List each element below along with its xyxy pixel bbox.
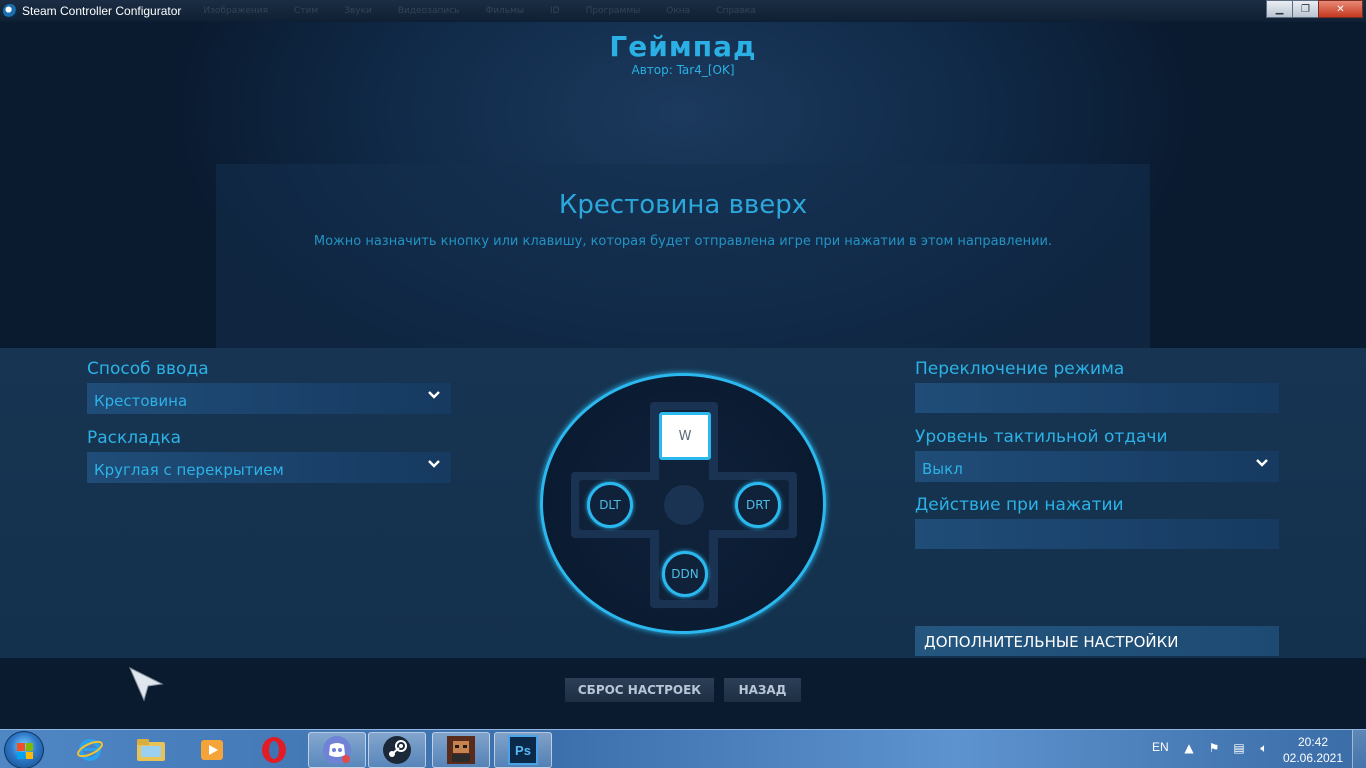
input-method-label: Способ ввода bbox=[87, 359, 209, 379]
mouse-cursor-icon bbox=[128, 666, 164, 702]
clock-date: 02.06.2021 bbox=[1282, 751, 1344, 765]
chevron-down-icon bbox=[428, 460, 440, 468]
show-desktop-button[interactable] bbox=[1352, 730, 1366, 768]
layout-label: Раскладка bbox=[87, 428, 182, 448]
ghost-menu-item: Программы bbox=[585, 6, 641, 16]
close-button[interactable]: ✕ bbox=[1318, 0, 1363, 18]
ghost-menu: Изображения Стим Звуки Видеозапись Фильм… bbox=[203, 6, 755, 16]
back-button[interactable]: НАЗАД bbox=[724, 678, 801, 702]
layout-select[interactable]: Круглая с перекрытием bbox=[87, 452, 451, 483]
ghost-menu-item: Справка bbox=[716, 6, 756, 16]
tray-expand-icon[interactable]: ▲ bbox=[1181, 740, 1197, 756]
info-panel: Крестовина вверх Можно назначить кнопку … bbox=[216, 164, 1150, 348]
haptic-label: Уровень тактильной отдачи bbox=[915, 427, 1168, 447]
opera-icon bbox=[262, 737, 286, 763]
folder-icon bbox=[137, 739, 165, 761]
info-description: Можно назначить кнопку или клавишу, кото… bbox=[313, 234, 1053, 249]
windows-logo-icon bbox=[17, 743, 33, 759]
window-title: Steam Controller Configurator bbox=[22, 4, 182, 18]
reset-settings-button[interactable]: СБРОС НАСТРОЕК bbox=[565, 678, 714, 702]
ghost-menu-item: Стим bbox=[294, 6, 319, 16]
media-player-icon bbox=[201, 740, 223, 760]
minimize-button[interactable]: ▁ bbox=[1266, 0, 1293, 18]
mode-switch-field[interactable] bbox=[915, 383, 1279, 413]
maximize-button[interactable]: ❐ bbox=[1292, 0, 1319, 18]
photoshop-icon: Ps bbox=[508, 735, 538, 765]
language-indicator[interactable]: EN bbox=[1152, 740, 1169, 754]
dpad-left-button[interactable]: DLT bbox=[587, 482, 633, 528]
dpad-up-button[interactable]: W bbox=[659, 412, 711, 460]
taskbar-discord[interactable] bbox=[308, 732, 366, 768]
dpad-down-button[interactable]: DDN bbox=[662, 551, 708, 597]
page-header: Геймпад Автор: Tar4_[OK] bbox=[0, 30, 1366, 76]
taskbar: Ps EN ▲ ⚑ ▤ 🔈︎ 20:42 02.06.2021 bbox=[0, 729, 1366, 768]
window-controls: ▁ ❐ ✕ bbox=[1266, 0, 1363, 18]
taskbar-game[interactable] bbox=[432, 732, 490, 768]
network-icon[interactable]: ▤ bbox=[1231, 740, 1247, 756]
steam-icon bbox=[383, 736, 411, 764]
taskbar-internet-explorer[interactable] bbox=[61, 732, 119, 768]
taskbar-file-explorer[interactable] bbox=[122, 732, 180, 768]
system-tray: ▲ ⚑ ▤ 🔈︎ bbox=[1181, 740, 1272, 756]
dpad-visual: W DLT DRT DDN bbox=[540, 373, 826, 634]
ghost-menu-item: Звуки bbox=[344, 6, 372, 16]
page-title: Геймпад bbox=[609, 30, 757, 63]
chevron-down-icon bbox=[1256, 459, 1268, 467]
haptic-select[interactable]: Выкл bbox=[915, 451, 1279, 482]
layout-value: Круглая с перекрытием bbox=[94, 461, 284, 479]
input-method-select[interactable]: Крестовина bbox=[87, 383, 451, 414]
ghost-menu-item: Фильмы bbox=[485, 6, 525, 16]
start-button[interactable] bbox=[4, 731, 44, 768]
chevron-down-icon bbox=[428, 391, 440, 399]
dpad-right-button[interactable]: DRT bbox=[735, 482, 781, 528]
ghost-menu-item: Окна bbox=[666, 6, 691, 16]
mode-switch-label: Переключение режима bbox=[915, 359, 1125, 379]
window-titlebar: Steam Controller Configurator Изображени… bbox=[0, 0, 1366, 22]
press-action-label: Действие при нажатии bbox=[915, 495, 1124, 515]
ghost-menu-item: Видеозапись bbox=[397, 6, 460, 16]
info-title: Крестовина вверх bbox=[558, 190, 808, 220]
action-center-flag-icon[interactable]: ⚑ bbox=[1206, 740, 1222, 756]
clock[interactable]: 20:42 02.06.2021 bbox=[1281, 734, 1345, 766]
haptic-value: Выкл bbox=[922, 460, 963, 478]
taskbar-steam[interactable] bbox=[368, 732, 426, 768]
taskbar-photoshop[interactable]: Ps bbox=[494, 732, 552, 768]
configurator-app: Геймпад Автор: Tar4_[OK] Крестовина ввер… bbox=[0, 22, 1366, 729]
taskbar-media-player[interactable] bbox=[183, 732, 241, 768]
internet-explorer-icon bbox=[77, 739, 103, 761]
game-icon bbox=[447, 736, 475, 764]
ghost-menu-item: Изображения bbox=[203, 6, 269, 16]
volume-icon[interactable]: 🔈︎ bbox=[1256, 740, 1272, 756]
taskbar-opera[interactable] bbox=[245, 732, 303, 768]
advanced-settings-button[interactable]: ДОПОЛНИТЕЛЬНЫЕ НАСТРОЙКИ bbox=[915, 626, 1279, 656]
ghost-menu-item: ID bbox=[550, 6, 560, 16]
clock-time: 20:42 bbox=[1297, 735, 1329, 749]
author-label: Автор: Tar4_[OK] bbox=[631, 63, 735, 77]
input-method-value: Крестовина bbox=[94, 392, 188, 410]
dpad-center bbox=[664, 485, 704, 525]
discord-icon bbox=[323, 736, 351, 764]
steam-app-icon bbox=[3, 4, 17, 18]
press-action-field[interactable] bbox=[915, 519, 1279, 549]
photoshop-label: Ps bbox=[515, 743, 531, 758]
